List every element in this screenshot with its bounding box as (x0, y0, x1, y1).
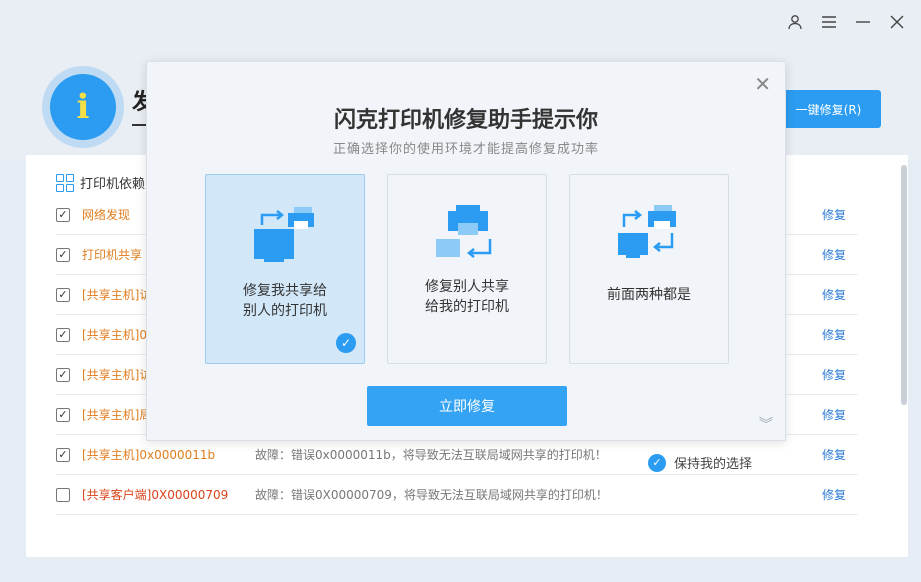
row-checkbox[interactable]: ✓ (56, 287, 70, 302)
row-checkbox[interactable]: ✓ (56, 207, 70, 222)
row-checkbox[interactable]: ✓ (56, 247, 70, 262)
user-icon[interactable] (785, 12, 805, 32)
option-share-my-printer[interactable]: 修复我共享给 别人的打印机 ✓ (205, 174, 365, 364)
panel-heading-label: 打印机依赖 (80, 177, 146, 192)
row-checkbox[interactable]: ✓ (56, 407, 70, 422)
minimize-icon[interactable] (853, 12, 873, 32)
option-label: 修复我共享给 别人的打印机 (243, 283, 327, 319)
row-item-name: [共享主机]0x0000011b (82, 448, 216, 462)
dialog-subtitle: 正确选择你的使用环境才能提高修复成功率 (332, 142, 599, 157)
option-printer-shared-to-me[interactable]: 修复别人共享 给我的打印机 (387, 174, 547, 364)
grid-icon (56, 173, 74, 192)
share-to-others-icon (254, 207, 314, 262)
row-fix-link[interactable]: 修复 (822, 486, 858, 503)
panel-heading: 打印机依赖 (56, 173, 145, 192)
window-controls (785, 12, 907, 32)
scrollbar[interactable] (901, 165, 907, 405)
row-fix-link[interactable]: 修复 (822, 326, 858, 343)
row-checkbox[interactable]: ✓ (56, 367, 70, 382)
option-label: 前面两种都是 (607, 287, 691, 303)
row-fix-link[interactable]: 修复 (822, 246, 858, 263)
row-checkbox[interactable] (56, 487, 70, 502)
dialog-title: 闪克打印机修复助手提示你 (333, 108, 598, 133)
expand-down-icon[interactable]: ︾ (759, 414, 773, 434)
header-underline (132, 124, 146, 126)
table-row: [共享客户端]0X00000709 故障：错误0X00000709，将导致无法互联… (56, 475, 858, 515)
row-fix-link[interactable]: 修复 (822, 366, 858, 383)
option-label: 修复别人共享 给我的打印机 (425, 279, 509, 315)
row-item-name: [共享客户端]0X00000709 (82, 488, 229, 502)
keep-choice-label: 保持我的选择 (674, 457, 753, 472)
row-checkbox[interactable]: ✓ (56, 327, 70, 342)
info-badge-icon: i (50, 74, 116, 140)
row-fix-link[interactable]: 修复 (822, 286, 858, 303)
dialog-close-icon[interactable]: ✕ (754, 72, 771, 96)
fix-all-button[interactable]: 一键修复(R) (776, 90, 881, 128)
selected-check-icon: ✓ (336, 333, 356, 353)
close-icon[interactable] (887, 12, 907, 32)
row-checkbox[interactable]: ✓ (56, 447, 70, 462)
row-fix-link[interactable]: 修复 (822, 446, 858, 463)
repair-now-button[interactable]: 立即修复 (367, 386, 567, 426)
repair-environment-dialog: ✕ 闪克打印机修复助手提示你 正确选择你的使用环境才能提高修复成功率 修复我共享… (146, 61, 786, 441)
row-description: 故障：错误0X00000709，将导致无法互联局域网共享的打印机！ (255, 488, 608, 502)
option-both[interactable]: 前面两种都是 (569, 174, 729, 364)
row-fix-link[interactable]: 修复 (822, 406, 858, 423)
keep-choice[interactable]: ✓ 保持我的选择 (648, 453, 752, 472)
check-circle-icon: ✓ (648, 453, 666, 472)
both-directions-icon (618, 205, 676, 258)
shared-to-me-icon (436, 205, 492, 258)
row-fix-link[interactable]: 修复 (822, 206, 858, 223)
menu-icon[interactable] (819, 12, 839, 32)
row-description: 故障：错误0x0000011b，将导致无法互联局域网共享的打印机！ (255, 448, 607, 462)
